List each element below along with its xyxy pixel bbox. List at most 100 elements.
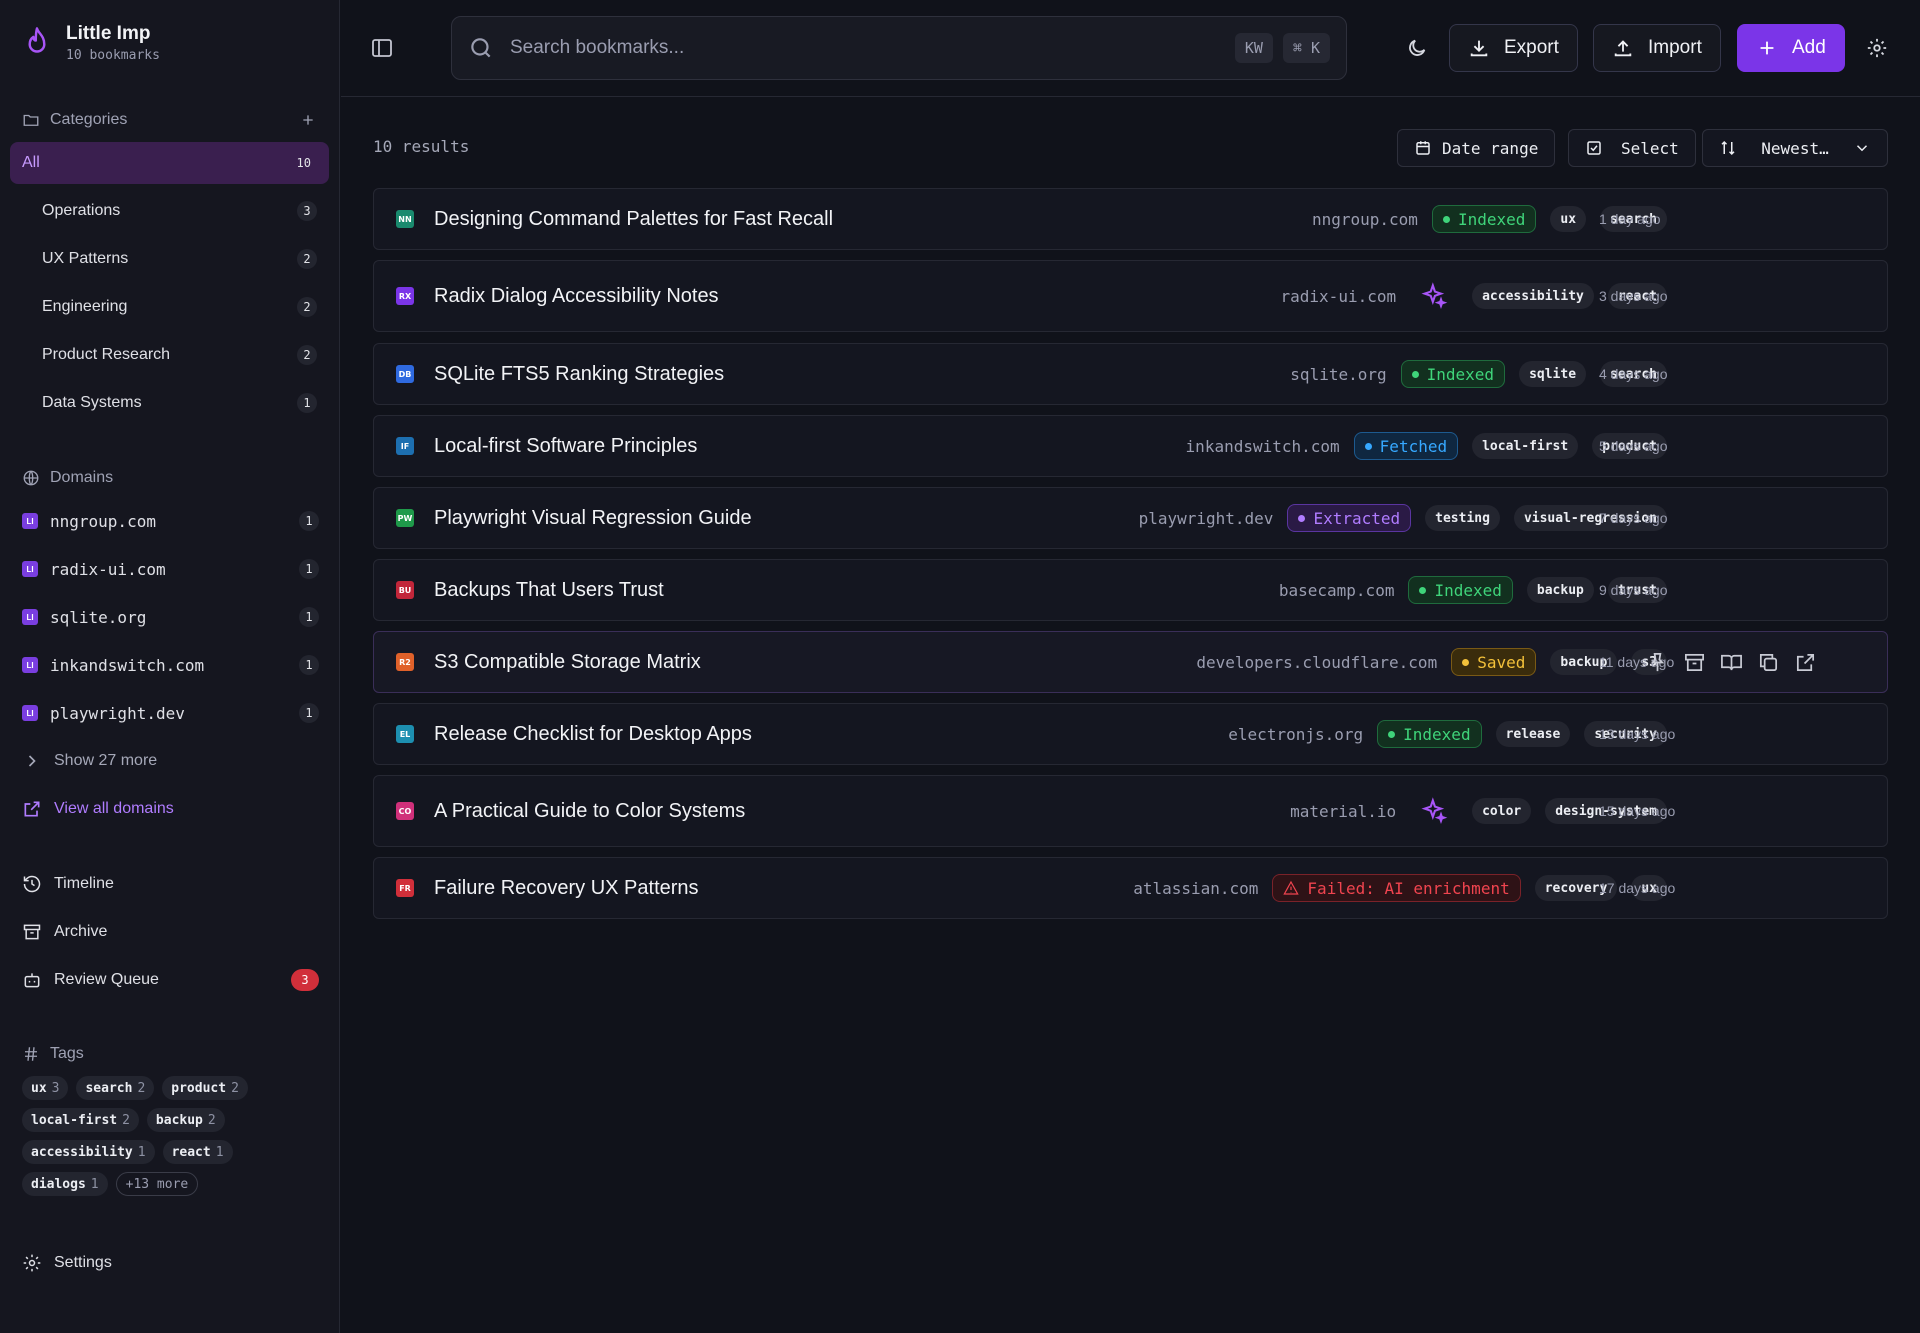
tag-chip[interactable]: local-first 2 <box>22 1108 139 1132</box>
tag-chip[interactable]: backup 2 <box>146 1108 225 1132</box>
bookmark-row[interactable]: IF Local-first Software Principles inkands… <box>373 415 1888 477</box>
site-favicon-icon: DB <box>396 365 414 383</box>
nav-review-queue[interactable]: Review Queue <box>22 967 159 993</box>
import-button[interactable]: Import <box>1593 24 1721 72</box>
category-label: Product Research <box>42 346 171 363</box>
bookmark-title[interactable]: S3 Compatible Storage Matrix <box>434 651 701 674</box>
bookmark-row[interactable]: BU Backups That Users Trust basecamp.com In… <box>373 559 1888 621</box>
more-tags-chip[interactable]: +13 more <box>115 1172 199 1196</box>
bookmark-row[interactable]: EL Release Checklist for Desktop Apps elec… <box>373 703 1888 765</box>
site-favicon-icon: RX <box>396 287 414 305</box>
sidebar-toggle-button[interactable] <box>370 36 394 60</box>
tag-chip[interactable]: ux 3 <box>22 1076 69 1100</box>
bookmark-tag[interactable]: release <box>1495 721 1571 747</box>
status-dot <box>1419 586 1427 594</box>
domain-left: LI radix-ui.com <box>22 560 166 579</box>
bot-icon <box>24 973 40 988</box>
copy-button[interactable] <box>1757 651 1780 674</box>
bookmark-domain: electronjs.org <box>1228 724 1364 744</box>
site-favicon-icon: PW <box>396 509 414 527</box>
bookmark-title[interactable]: Local-first Software Principles <box>434 435 697 458</box>
bookmark-title[interactable]: Backups That Users Trust <box>434 579 664 602</box>
sidebar: Little Imp 10 bookmarks Categories All 10… <box>0 0 340 1333</box>
bookmark-title[interactable]: Radix Dialog Accessibility Notes <box>434 285 719 308</box>
sidebar-item-domain[interactable]: LI sqlite.org 1 <box>22 602 329 632</box>
tag-chip[interactable]: dialogs 1 <box>22 1172 108 1196</box>
results-count: 10 results <box>373 137 470 156</box>
tag-chip[interactable]: search 2 <box>76 1076 155 1100</box>
bookmark-title[interactable]: Designing Command Palettes for Fast Reca… <box>434 208 833 231</box>
theme-toggle-button[interactable] <box>1397 28 1437 68</box>
export-label: Export <box>1504 37 1559 58</box>
bookmark-tag[interactable]: ux <box>1550 206 1587 232</box>
sidebar-item-domain[interactable]: LI nngroup.com 1 <box>22 506 329 536</box>
tags-header: Tags <box>22 1042 84 1066</box>
search-input[interactable] <box>510 37 1225 59</box>
sidebar-item-domain[interactable]: LI radix-ui.com 1 <box>22 554 329 584</box>
pin-button[interactable] <box>1646 651 1669 674</box>
bookmark-tag[interactable]: accessibility <box>1472 283 1594 309</box>
bookmark-row[interactable]: FR Failure Recovery UX Patterns atlassian.… <box>373 857 1888 919</box>
tag-name: accessibility <box>31 1144 133 1160</box>
add-bookmark-button[interactable]: Add <box>1737 24 1845 72</box>
date-range-button[interactable]: Date range <box>1397 129 1556 167</box>
select-button[interactable]: Select <box>1568 129 1696 167</box>
bookmark-meta: playwright.dev Extracted testing visual-reg… <box>1139 504 1667 532</box>
domain-count: 1 <box>299 655 319 675</box>
sidebar-item-domain[interactable]: LI playwright.dev 1 <box>22 698 329 728</box>
site-favicon-icon: EL <box>396 725 414 743</box>
bookmark-title[interactable]: Failure Recovery UX Patterns <box>434 877 699 900</box>
globe-icon <box>23 470 39 486</box>
bookmark-title[interactable]: Playwright Visual Regression Guide <box>434 507 752 530</box>
import-label: Import <box>1648 37 1702 58</box>
status-label: Indexed <box>1457 209 1526 229</box>
tag-chip[interactable]: accessibility 1 <box>22 1140 155 1164</box>
tag-count: 2 <box>207 1112 216 1128</box>
sidebar-item-category[interactable]: Engineering 2 <box>10 286 329 328</box>
book-open-button[interactable] <box>1720 651 1743 674</box>
bookmark-row[interactable]: PW Playwright Visual Regression Guide play… <box>373 487 1888 549</box>
sidebar-item-domain[interactable]: LI inkandswitch.com 1 <box>22 650 329 680</box>
bookmark-tag[interactable]: testing <box>1425 505 1500 531</box>
view-all-domains-link[interactable]: View all domains <box>22 796 174 822</box>
nav-settings[interactable]: Settings <box>22 1250 112 1276</box>
bookmark-row[interactable]: NN Designing Command Palettes for Fast Re… <box>373 188 1888 250</box>
archive-label: Archive <box>54 923 108 940</box>
external-link-button[interactable] <box>1794 651 1817 674</box>
sparkles-icon <box>1421 797 1448 824</box>
bookmark-date: 3 days ago <box>1599 288 1668 304</box>
settings-button[interactable] <box>1857 28 1897 68</box>
bookmark-domain: atlassian.com <box>1133 878 1259 898</box>
bookmark-row[interactable]: CO A Practical Guide to Color Systems mate… <box>373 775 1888 847</box>
tag-chip[interactable]: product 2 <box>162 1076 248 1100</box>
domain-count: 1 <box>299 559 319 579</box>
bookmark-tag[interactable]: color <box>1472 798 1532 824</box>
sidebar-item-category[interactable]: All 10 <box>10 142 329 184</box>
sidebar-item-category[interactable]: Operations 3 <box>10 190 329 232</box>
category-label: Data Systems <box>42 394 142 411</box>
nav-timeline[interactable]: Timeline <box>22 871 114 897</box>
sidebar-item-category[interactable]: UX Patterns 2 <box>10 238 329 280</box>
bookmark-tag[interactable]: local-first <box>1472 433 1579 459</box>
bookmark-title[interactable]: Release Checklist for Desktop Apps <box>434 723 752 746</box>
bookmark-row[interactable]: R2 S3 Compatible Storage Matrix developers… <box>373 631 1888 693</box>
sidebar-item-category[interactable]: Product Research 2 <box>10 334 329 376</box>
bookmark-tag[interactable]: backup <box>1526 577 1594 603</box>
tags-label: Tags <box>50 1045 84 1062</box>
add-category-button[interactable] <box>296 108 320 132</box>
bookmark-tag[interactable]: sqlite <box>1519 361 1587 387</box>
bookmark-row[interactable]: RX Radix Dialog Accessibility Notes radix-… <box>373 260 1888 332</box>
bookmark-title[interactable]: A Practical Guide to Color Systems <box>434 800 745 823</box>
bookmark-title[interactable]: SQLite FTS5 Ranking Strategies <box>434 363 724 386</box>
bookmark-row[interactable]: DB SQLite FTS5 Ranking Strategies sqlite.o… <box>373 343 1888 405</box>
archive-button[interactable] <box>1683 651 1706 674</box>
tag-count: 1 <box>215 1144 224 1160</box>
calendar-icon <box>1416 141 1430 155</box>
export-button[interactable]: Export <box>1449 24 1578 72</box>
show-more-domains[interactable]: Show 27 more <box>22 748 157 774</box>
sort-dropdown[interactable]: Newest… <box>1702 129 1888 167</box>
sidebar-item-category[interactable]: Data Systems 1 <box>10 382 329 424</box>
tag-chip[interactable]: react 1 <box>162 1140 233 1164</box>
keyword-shortcut-badge: KW <box>1234 33 1273 63</box>
nav-archive[interactable]: Archive <box>22 919 107 945</box>
